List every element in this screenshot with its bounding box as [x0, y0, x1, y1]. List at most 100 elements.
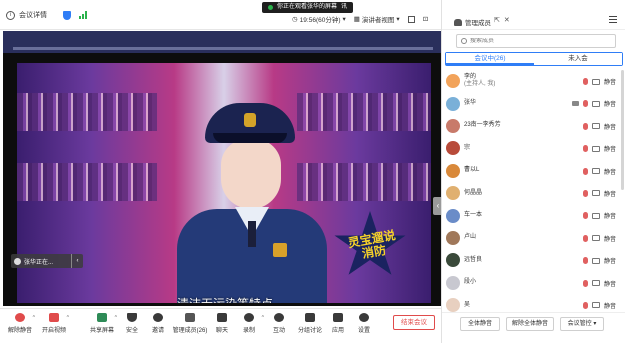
member-row[interactable]: 段小 静音 — [442, 272, 625, 294]
speaker-view-toggle[interactable]: ▦ 演讲者视图 ▾ — [354, 14, 400, 24]
security-button[interactable]: 安全 — [120, 313, 144, 334]
members-panel-title: 管理成员 — [454, 17, 491, 27]
member-list-scrollbar[interactable] — [621, 70, 624, 190]
bookshelf-left — [17, 93, 157, 131]
sharing-notice[interactable]: 你正在观看张华的屏幕 讯 — [262, 2, 354, 13]
invite-icon — [153, 313, 163, 322]
interact-button[interactable]: 互动 — [267, 313, 291, 334]
tab-not-joined[interactable]: 未入会 — [534, 53, 622, 65]
invite-button[interactable]: 邀请 — [146, 313, 170, 334]
mic-off-icon — [582, 167, 588, 175]
member-mute-action[interactable]: 静音 — [604, 144, 616, 153]
member-mute-action[interactable]: 静音 — [604, 99, 616, 108]
screen-share-icon — [571, 101, 579, 107]
security-shield-icon[interactable] — [63, 10, 71, 20]
member-name: 李的 (主持人, 我) — [464, 74, 554, 88]
mic-off-icon — [582, 78, 588, 85]
chevron-up-icon[interactable]: ^ — [67, 315, 69, 321]
share-screen-label: 共享屏幕 — [90, 328, 115, 334]
fullscreen-button[interactable] — [407, 15, 415, 23]
meeting-info[interactable]: i 会议详情 — [6, 10, 87, 20]
popout-icon[interactable]: ⇱ — [494, 16, 500, 24]
member-name-text: 何晶晶 — [464, 189, 483, 196]
network-signal-icon — [79, 11, 87, 19]
member-search-input[interactable] — [470, 38, 610, 44]
manage-members-button[interactable]: 管理成员(26) — [172, 313, 208, 334]
member-row[interactable]: 远哲良 静音 — [442, 249, 625, 271]
member-role: (主持人, 我) — [464, 81, 496, 88]
pip-button[interactable]: ⊡ — [423, 15, 428, 23]
share-screen-button[interactable]: 共享屏幕 ^ — [90, 313, 117, 334]
record-label: 录制 — [242, 328, 255, 334]
speaker-view-label: 演讲者视图 — [361, 17, 395, 24]
chevron-up-icon[interactable]: ^ — [33, 315, 35, 321]
apps-button[interactable]: 应用 — [326, 313, 350, 334]
duration-display[interactable]: ◷ 19:56(60分钟) ▾ — [292, 14, 346, 24]
member-name-text: 张华 — [464, 100, 477, 107]
member-name-text: 卢山 — [464, 234, 477, 241]
end-meeting-button[interactable]: 结束会议 — [393, 315, 435, 330]
member-status-icons: 静音 — [582, 256, 616, 265]
active-speaker-chip[interactable]: 张华正在... ‹ — [11, 254, 83, 268]
mic-off-icon — [582, 100, 588, 108]
show-logo-text: 灵宝遛说消防 — [346, 228, 397, 261]
member-mute-action[interactable]: 静音 — [604, 167, 616, 176]
breakout-icon — [305, 313, 315, 322]
meeting-controls-button[interactable]: 会议管控 ▾ — [560, 317, 604, 331]
member-row[interactable]: 张华 静音 — [442, 92, 625, 114]
chevron-left-icon[interactable]: ‹ — [71, 254, 83, 268]
unmute-button[interactable]: 解除静音 ^ — [8, 313, 35, 334]
member-status-icons: 静音 — [582, 144, 616, 153]
video-off-icon — [591, 78, 600, 85]
member-status-icons: 静音 — [582, 77, 616, 86]
member-mute-action[interactable]: 静音 — [604, 234, 616, 243]
member-name-text: 李的 — [464, 74, 477, 81]
chat-button[interactable]: 聊天 — [210, 313, 234, 334]
mic-off-icon — [582, 189, 588, 197]
video-off-icon — [591, 302, 600, 309]
member-row[interactable]: 宗 静音 — [442, 137, 625, 159]
member-mute-action[interactable]: 静音 — [604, 189, 616, 198]
member-row[interactable]: 23南一李秀芳 静音 — [442, 115, 625, 137]
member-mute-action[interactable]: 静音 — [604, 256, 616, 265]
unmute-all-button[interactable]: 解除全体静音 — [506, 317, 554, 331]
start-video-button[interactable]: 开启视频 ^ — [42, 313, 69, 334]
shield-icon — [127, 313, 137, 322]
breakout-button[interactable]: 分组讨论 — [295, 313, 325, 334]
share-screen-icon — [97, 313, 107, 322]
emoji-icon — [274, 313, 284, 322]
shared-screen-stage: 灵宝遛说消防 清洁无污染等特点 张华正在... ‹ ‹ — [3, 31, 443, 306]
avatar — [446, 96, 460, 111]
member-status-icons: 静音 — [582, 189, 616, 198]
record-button[interactable]: 录制 ^ — [237, 313, 264, 334]
tab-in-meeting[interactable]: 会议中(26) — [446, 53, 534, 65]
video-off-icon — [591, 100, 600, 107]
picture-in-picture-icon: ⊡ — [422, 16, 429, 23]
members-icon — [454, 18, 462, 26]
member-mute-action[interactable]: 静音 — [604, 122, 616, 131]
chevron-up-icon[interactable]: ^ — [262, 315, 264, 321]
close-icon[interactable]: ✕ — [504, 16, 510, 24]
avatar — [446, 230, 460, 245]
menu-icon[interactable] — [609, 16, 617, 25]
member-row[interactable]: 车一本 静音 — [442, 204, 625, 226]
member-status-icons: 静音 — [582, 122, 616, 131]
member-mute-action[interactable]: 静音 — [604, 77, 616, 86]
avatar — [446, 141, 460, 156]
member-status-icons: 静音 — [571, 99, 616, 108]
mute-all-button[interactable]: 全体静音 — [460, 317, 500, 331]
member-search[interactable] — [456, 34, 616, 48]
member-row[interactable]: 曹以L 静音 — [442, 160, 625, 182]
settings-button[interactable]: 设置 — [352, 313, 376, 334]
chevron-up-icon[interactable]: ^ — [115, 315, 117, 321]
member-mute-action[interactable]: 静音 — [604, 279, 616, 288]
invite-label: 邀请 — [151, 328, 164, 334]
member-row[interactable]: 卢山 静音 — [442, 227, 625, 249]
member-row[interactable]: 何晶晶 静音 — [442, 182, 625, 204]
member-mute-action[interactable]: 静音 — [604, 301, 616, 310]
member-mute-action[interactable]: 静音 — [604, 211, 616, 220]
member-name: 吴 — [464, 302, 554, 309]
member-row[interactable]: 李的 (主持人, 我) 静音 — [442, 70, 625, 92]
presenter-cap — [205, 103, 295, 143]
avatar — [446, 163, 460, 178]
